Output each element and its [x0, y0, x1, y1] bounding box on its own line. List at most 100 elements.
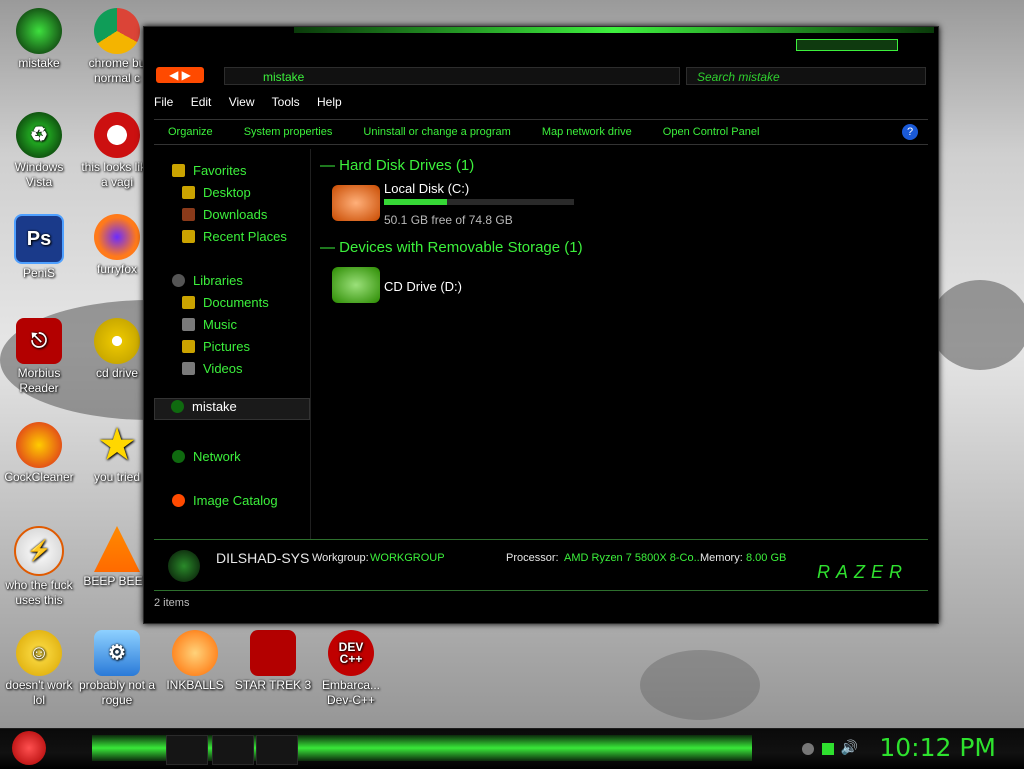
desktop-icon-ccleaner[interactable]: CockCleaner: [0, 422, 78, 485]
desktop-icon-star-trek[interactable]: STAR TREK 3: [234, 630, 312, 693]
help-icon[interactable]: ?: [902, 124, 918, 140]
desktop-icon-windows-vista[interactable]: ♻ Windows Vista: [0, 112, 78, 190]
nav-label: Favorites: [193, 163, 247, 178]
address-bar[interactable]: mistake: [224, 67, 680, 85]
start-button-icon[interactable]: [12, 731, 46, 765]
nav-favorites[interactable]: Favorites: [172, 163, 246, 178]
tray-expand-icon[interactable]: [802, 743, 814, 755]
music-icon: [182, 318, 195, 331]
nav-downloads[interactable]: Downloads: [182, 207, 267, 222]
cleaner-icon: [16, 422, 62, 468]
desktop-icon-inkballs[interactable]: INKBALLS: [156, 630, 234, 693]
nav-music[interactable]: Music: [182, 317, 237, 332]
drive-c-usage-fill: [384, 199, 447, 205]
content-pane: — Hard Disk Drives (1) Local Disk (C:) 5…: [320, 155, 920, 535]
search-box[interactable]: Search mistake: [686, 67, 926, 85]
drive-c-icon: [332, 185, 380, 221]
taskbar-app-button[interactable]: [256, 735, 298, 765]
drive-c-label[interactable]: Local Disk (C:): [384, 181, 469, 196]
videos-icon: [182, 362, 195, 375]
back-forward-buttons[interactable]: ◀ ▶: [156, 67, 204, 83]
processor-label: Processor:: [506, 552, 559, 564]
status-bar: 2 items: [154, 597, 928, 613]
desktop-icon-mistake[interactable]: mistake: [0, 8, 78, 71]
nav-label: Network: [193, 449, 241, 464]
window-controls[interactable]: [796, 39, 898, 51]
desktop-icon-yahoo[interactable]: ☺ doesn't work lol: [0, 630, 78, 708]
disc-icon: [94, 318, 140, 364]
nav-label: Downloads: [203, 207, 268, 222]
nav-label: mistake: [192, 399, 237, 414]
group-header-removable[interactable]: — Devices with Removable Storage (1): [320, 239, 583, 256]
nav-label: Image Catalog: [193, 493, 278, 508]
chrome-icon: [94, 8, 140, 54]
desktop-icon-devcpp[interactable]: DEV C++ Embarca... Dev-C++: [312, 630, 390, 708]
processor-value: AMD Ryzen 7 5800X 8-Co...: [564, 552, 703, 564]
group-header-label: Devices with Removable Storage (1): [339, 239, 583, 256]
command-bar: Organize System properties Uninstall or …: [154, 119, 928, 145]
desktop-icon-label: Windows Vista: [14, 160, 64, 189]
cmd-organize[interactable]: Organize: [168, 126, 213, 138]
desktop-icon-label: doesn't work lol: [5, 678, 73, 707]
menu-edit[interactable]: Edit: [191, 95, 212, 109]
desktop-icon-who[interactable]: ⚡ who the fuck uses this: [0, 526, 78, 608]
cmd-system-properties[interactable]: System properties: [244, 126, 333, 138]
nav-network[interactable]: Network: [172, 449, 241, 464]
wallpaper-shape: [930, 280, 1024, 370]
nav-pictures[interactable]: Pictures: [182, 339, 250, 354]
desktop-icon-label: PeniS: [22, 266, 56, 280]
pdf-icon: ⎋: [16, 318, 62, 364]
desktop-icon-reader[interactable]: ⎋ Morbius Reader: [0, 318, 78, 396]
opera-icon: [94, 112, 140, 158]
cmd-control-panel[interactable]: Open Control Panel: [663, 126, 760, 138]
desktop-icon-photoshop[interactable]: Ps PeniS: [0, 214, 78, 281]
nav-image-catalog[interactable]: Image Catalog: [172, 493, 278, 508]
lightning-icon: ⚡: [14, 526, 64, 576]
taskbar-chrome-button[interactable]: [212, 735, 254, 765]
cd-drive-label[interactable]: CD Drive (D:): [384, 279, 462, 294]
pane-divider: [310, 149, 311, 539]
nav-label: Pictures: [203, 339, 250, 354]
menu-view[interactable]: View: [229, 95, 255, 109]
cmd-uninstall[interactable]: Uninstall or change a program: [363, 126, 510, 138]
title-glow: [294, 27, 934, 33]
pictures-icon: [182, 340, 195, 353]
traffic-cone-icon: [94, 526, 140, 572]
desktop-icon-label: INKBALLS: [166, 678, 224, 692]
desktop-icon-label: CockCleaner: [4, 470, 74, 484]
cmd-map-drive[interactable]: Map network drive: [542, 126, 632, 138]
navigation-pane: Favorites Desktop Downloads Recent Place…: [154, 155, 312, 533]
nav-libraries[interactable]: Libraries: [172, 273, 243, 288]
tray-volume-icon[interactable]: 🔊: [841, 739, 858, 756]
smiley-icon: ☺: [16, 630, 62, 676]
desktop-icon-label: Embarca... Dev-C++: [321, 678, 381, 707]
memory-label: Memory:: [700, 552, 743, 564]
desktop-icon-rogue[interactable]: ⚙ probably not a rogue: [78, 630, 156, 708]
details-pane: DILSHAD-SYS Workgroup: WORKGROUP Process…: [154, 539, 928, 591]
group-header-hdd[interactable]: — Hard Disk Drives (1): [320, 157, 474, 174]
catalog-icon: [172, 494, 185, 507]
nav-computer[interactable]: mistake: [154, 398, 310, 420]
computer-icon: [168, 550, 200, 582]
computer-icon: [171, 400, 184, 413]
nav-documents[interactable]: Documents: [182, 295, 269, 310]
taskbar-clock[interactable]: 10:12 PM: [879, 733, 996, 762]
nav-desktop[interactable]: Desktop: [182, 185, 251, 200]
workgroup-value: WORKGROUP: [370, 552, 445, 564]
nav-videos[interactable]: Videos: [182, 361, 243, 376]
menu-help[interactable]: Help: [317, 95, 342, 109]
nav-recent-places[interactable]: Recent Places: [182, 229, 287, 244]
recycle-icon: ♻: [16, 112, 62, 158]
wallpaper-shape: [640, 650, 760, 720]
drive-c-free: 50.1 GB free of 74.8 GB: [384, 213, 513, 227]
desktop-icon-label: STAR TREK 3: [234, 678, 312, 692]
memory-value: 8.00 GB: [746, 552, 787, 564]
menu-tools[interactable]: Tools: [272, 95, 300, 109]
menu-file[interactable]: File: [154, 95, 173, 109]
razer-logo: RAZER: [816, 562, 908, 582]
documents-icon: [182, 296, 195, 309]
taskbar-explorer-button[interactable]: [166, 735, 208, 765]
tray-network-icon[interactable]: [822, 743, 834, 755]
taskbar: 🔊 10:12 PM: [0, 728, 1024, 769]
nav-label: Recent Places: [203, 229, 287, 244]
